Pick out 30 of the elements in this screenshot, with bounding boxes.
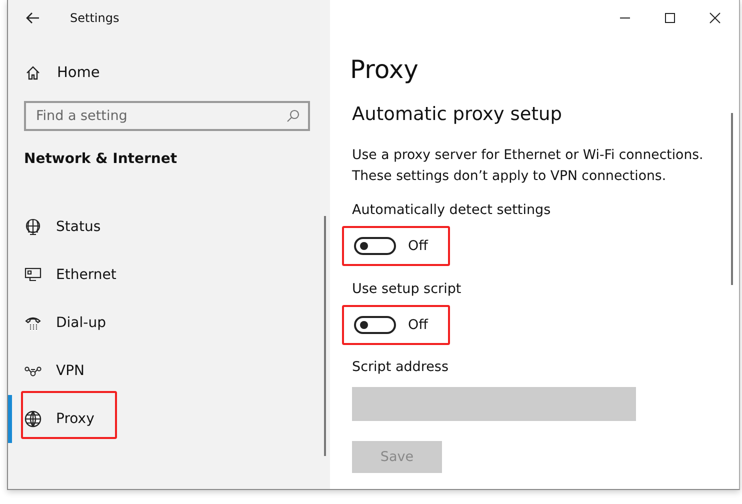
toggle-switch[interactable]	[354, 237, 396, 255]
setting-label: Use setup script	[352, 281, 462, 299]
field-label: Script address	[352, 359, 450, 377]
close-icon[interactable]	[709, 12, 721, 24]
back-arrow-icon[interactable]	[26, 12, 40, 24]
toggle-state: Off	[408, 238, 428, 254]
monitor-icon	[24, 266, 42, 284]
setting-label: Automatically detect settings	[352, 202, 552, 220]
nav-item[interactable]: Proxy	[8, 395, 330, 443]
nav-item[interactable]: VPN	[8, 347, 330, 395]
toggle-state: Off	[408, 317, 428, 333]
nav-item[interactable]: Status	[8, 203, 330, 251]
globe-icon	[24, 410, 42, 428]
scrollbar[interactable]	[731, 113, 733, 285]
nav-item[interactable]: Dial-up	[8, 299, 330, 347]
section-title: Automatic proxy setup	[352, 104, 563, 125]
search-field[interactable]: Find a setting	[24, 101, 310, 131]
globe-monitor-icon	[24, 218, 42, 236]
window-title: Settings	[70, 10, 120, 24]
section-heading: Network & Internet	[24, 151, 178, 167]
home-link[interactable]: Home	[25, 57, 330, 89]
page-title: Proxy	[350, 55, 420, 84]
toggle-switch[interactable]	[354, 316, 396, 334]
search-icon	[286, 109, 300, 123]
home-icon	[25, 65, 41, 81]
script-address-field[interactable]	[352, 387, 636, 421]
scrollbar[interactable]	[324, 216, 326, 456]
nav-item[interactable]: Ethernet	[8, 251, 330, 299]
maximize-icon[interactable]	[664, 12, 676, 24]
description-text: Use a proxy server for Ethernet or Wi-Fi connections. These settings don’t apply to VPN connections.	[352, 147, 704, 186]
